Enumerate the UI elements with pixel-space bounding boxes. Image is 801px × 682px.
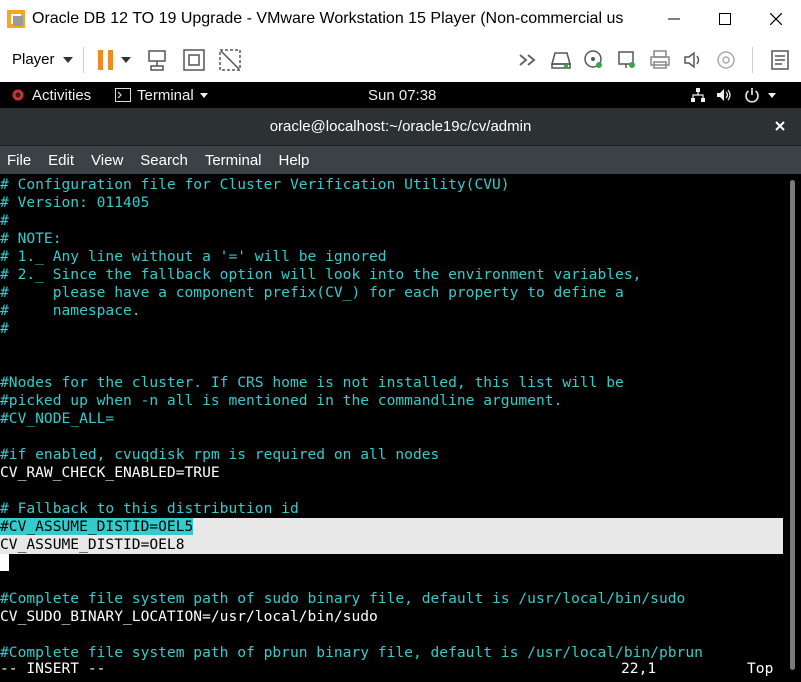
terminal-line: # Configuration file for Cluster Verific… — [0, 176, 510, 193]
toolbar-divider — [752, 46, 753, 73]
terminal-line: #picked up when -n all is mentioned in t… — [0, 392, 563, 409]
menu-view[interactable]: View — [91, 152, 123, 169]
terminal-title: oracle@localhost:~/oracle19c/cv/admin — [269, 118, 532, 135]
message-log-icon — [771, 49, 789, 70]
usb-icon — [716, 50, 735, 69]
cursor-position: 22,1 — [621, 660, 657, 677]
activities-label: Activities — [32, 86, 92, 104]
hard-disk-icon — [550, 51, 571, 69]
terminal-line: # Fallback to this distribution id — [0, 500, 299, 517]
terminal-line: #CV_NODE_ALL= — [0, 410, 115, 427]
close-icon — [769, 12, 782, 25]
chevron-down-icon — [120, 56, 131, 63]
terminal-app-menu[interactable]: Terminal — [115, 82, 208, 108]
message-log-button[interactable] — [763, 37, 797, 82]
menu-edit[interactable]: Edit — [48, 152, 74, 169]
terminal-body[interactable]: # Configuration file for Cluster Verific… — [0, 174, 801, 682]
text-cursor — [0, 554, 9, 571]
cd-dvd-button[interactable] — [577, 37, 610, 82]
terminal-app-label: Terminal — [137, 86, 194, 104]
printer-button[interactable] — [643, 37, 676, 82]
terminal-line: #Nodes for the cluster. If CRS home is n… — [0, 374, 624, 391]
clock-label: Sun 07:38 — [368, 86, 437, 104]
scrollbar-thumb[interactable] — [790, 180, 795, 670]
terminal-line: CV_ASSUME_DISTID=OEL8 — [0, 536, 185, 553]
close-icon[interactable] — [773, 119, 787, 133]
menu-terminal[interactable]: Terminal — [205, 152, 262, 169]
terminal-line: #if enabled, cvuqdisk rpm is required on… — [0, 446, 440, 463]
terminal-app-icon — [115, 88, 131, 102]
volume-icon — [717, 89, 731, 101]
window-title-bar[interactable]: Oracle DB 12 TO 19 Upgrade - VMware Work… — [0, 0, 801, 37]
close-button[interactable] — [750, 0, 801, 37]
minimize-button[interactable] — [648, 0, 699, 37]
pause-button[interactable] — [94, 37, 134, 82]
scrollbar[interactable] — [783, 174, 801, 682]
window-title: Oracle DB 12 TO 19 Upgrade - VMware Work… — [32, 9, 624, 27]
terminal-line: #Complete file system path of sudo binar… — [0, 590, 686, 607]
hard-disk-button[interactable] — [544, 37, 577, 82]
minimize-icon — [667, 18, 680, 19]
fit-guest-icon — [182, 48, 205, 71]
usb-button[interactable] — [709, 37, 742, 82]
maximize-button[interactable] — [699, 0, 750, 37]
network-status-icon — [691, 88, 705, 102]
printer-icon — [649, 49, 670, 69]
chevron-down-icon — [768, 92, 776, 98]
scroll-position: Top — [747, 660, 774, 677]
network-button[interactable] — [610, 37, 643, 82]
forward-icon — [518, 53, 536, 66]
terminal-line: # Version: 011405 — [0, 194, 150, 211]
send-ctrl-alt-del-icon — [147, 49, 166, 71]
selected-text: #CV_ASSUME_DISTID=OEL5 — [0, 518, 194, 535]
unity-icon — [218, 48, 241, 71]
toolbar-divider — [82, 46, 84, 73]
unity-button[interactable] — [212, 37, 248, 82]
player-menu-button[interactable]: Player — [12, 51, 73, 68]
terminal-line: # — [0, 320, 9, 337]
power-icon — [745, 88, 759, 103]
menu-search[interactable]: Search — [140, 152, 188, 169]
chevron-down-icon — [199, 92, 208, 98]
terminal-line: # namespace. — [0, 302, 141, 319]
terminal-line: # 1._ Any line without a '=' will be ign… — [0, 248, 387, 265]
terminal-line: # 2._ Since the fallback option will loo… — [0, 266, 642, 283]
forward-button[interactable] — [511, 37, 544, 82]
terminal-line: # NOTE: — [0, 230, 62, 247]
terminal-line: CV_RAW_CHECK_ENABLED=TRUE — [0, 464, 220, 481]
cd-dvd-icon — [583, 49, 602, 68]
terminal-line: #CV_ASSUME_DISTID=OEL5 — [0, 518, 194, 536]
terminal-header[interactable]: oracle@localhost:~/oracle19c/cv/admin — [0, 108, 801, 146]
player-menu-label: Player — [12, 51, 55, 68]
activities-icon — [12, 89, 24, 101]
terminal-line: CV_SUDO_BINARY_LOCATION=/usr/local/bin/s… — [0, 608, 378, 625]
menu-file[interactable]: File — [7, 152, 31, 169]
fit-guest-button[interactable] — [176, 37, 212, 82]
vim-mode-indicator: -- INSERT -- — [0, 660, 106, 677]
vmware-logo-icon — [7, 9, 25, 28]
terminal-line: # please have a component prefix(CV_) fo… — [0, 284, 624, 301]
activities-button[interactable]: Activities — [12, 82, 91, 108]
terminal-line: # — [0, 212, 9, 229]
sound-button[interactable] — [676, 37, 709, 82]
chevron-down-icon — [62, 56, 73, 63]
maximize-icon — [718, 12, 731, 25]
sound-icon — [683, 50, 699, 69]
pause-icon — [97, 49, 113, 70]
system-menu[interactable] — [690, 82, 776, 108]
menu-help[interactable]: Help — [279, 152, 310, 169]
send-ctrl-alt-del-button[interactable] — [140, 37, 176, 82]
clock[interactable]: Sun 07:38 — [368, 82, 436, 108]
gnome-top-bar: Activities Terminal Sun 07:38 — [0, 82, 801, 108]
terminal-menu-bar: File Edit View Search Terminal Help — [0, 146, 801, 174]
vmware-toolbar: Player — [0, 37, 801, 82]
network-icon — [617, 50, 635, 68]
